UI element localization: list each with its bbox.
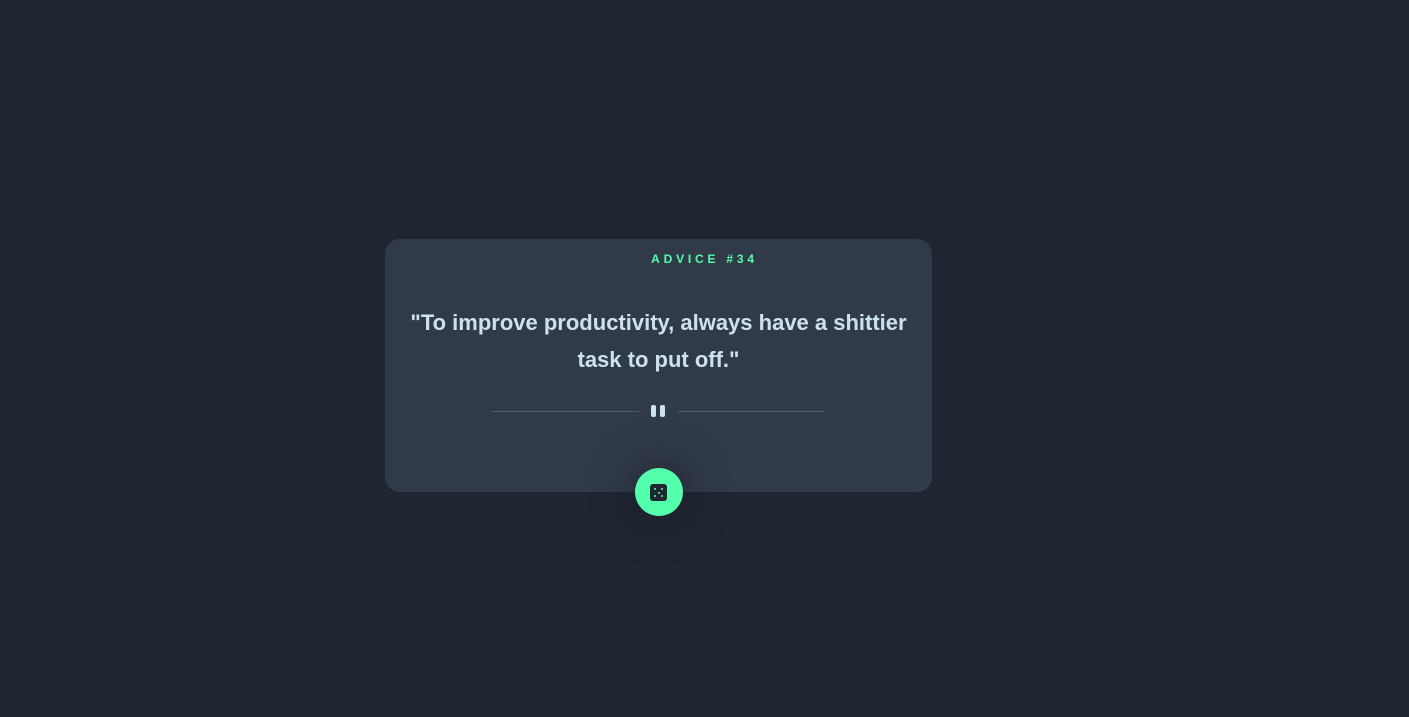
dice-icon bbox=[650, 484, 667, 501]
divider-line-right bbox=[678, 411, 825, 412]
divider bbox=[492, 402, 825, 420]
divider-line-left bbox=[492, 411, 639, 412]
advice-id: ADVICE #34 bbox=[651, 252, 758, 266]
generate-advice-button[interactable] bbox=[635, 468, 683, 516]
advice-quote: "To improve productivity, always have a … bbox=[410, 310, 907, 372]
page: ADVICE #34 "To improve productivity, alw… bbox=[0, 0, 1409, 717]
pause-icon bbox=[650, 405, 668, 417]
